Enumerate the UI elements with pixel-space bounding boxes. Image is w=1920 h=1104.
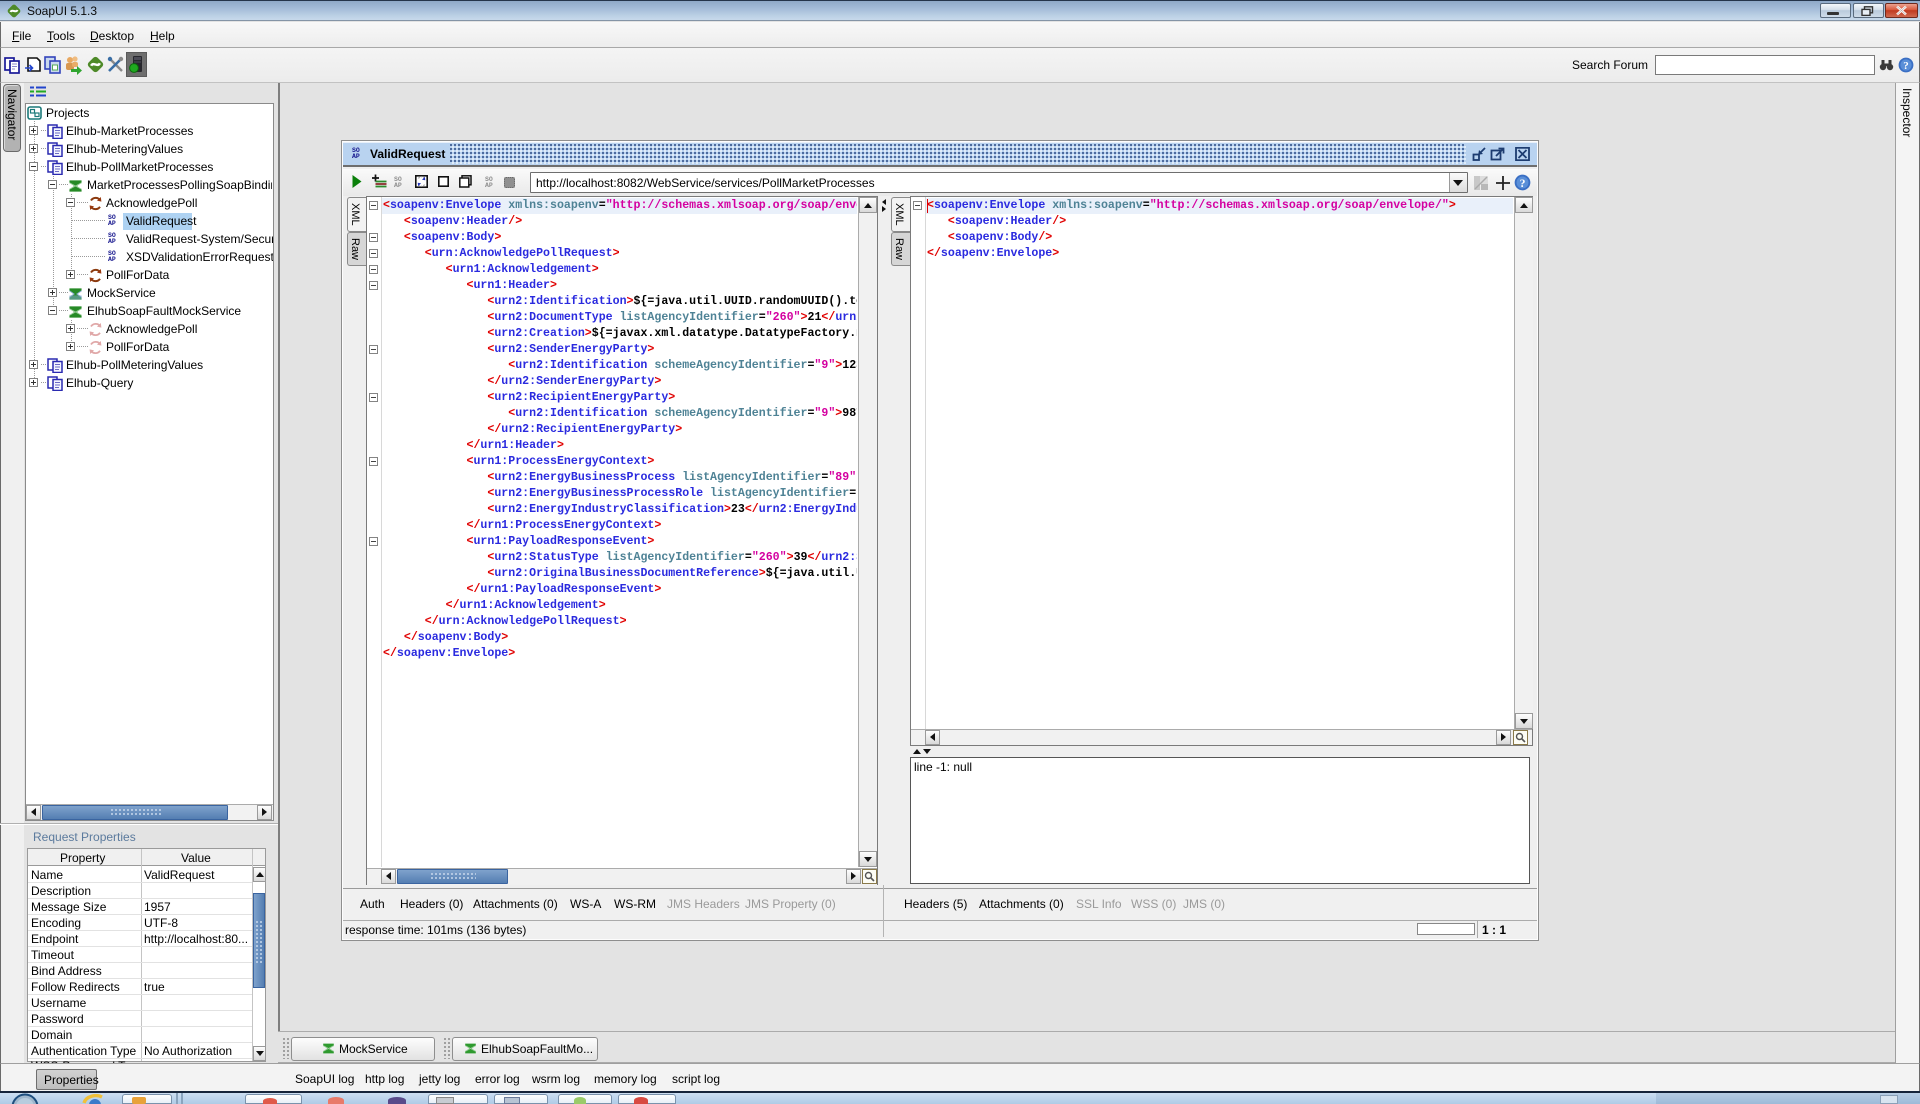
svg-text:?: ? bbox=[1520, 177, 1526, 190]
svg-text:?: ? bbox=[1903, 60, 1909, 72]
